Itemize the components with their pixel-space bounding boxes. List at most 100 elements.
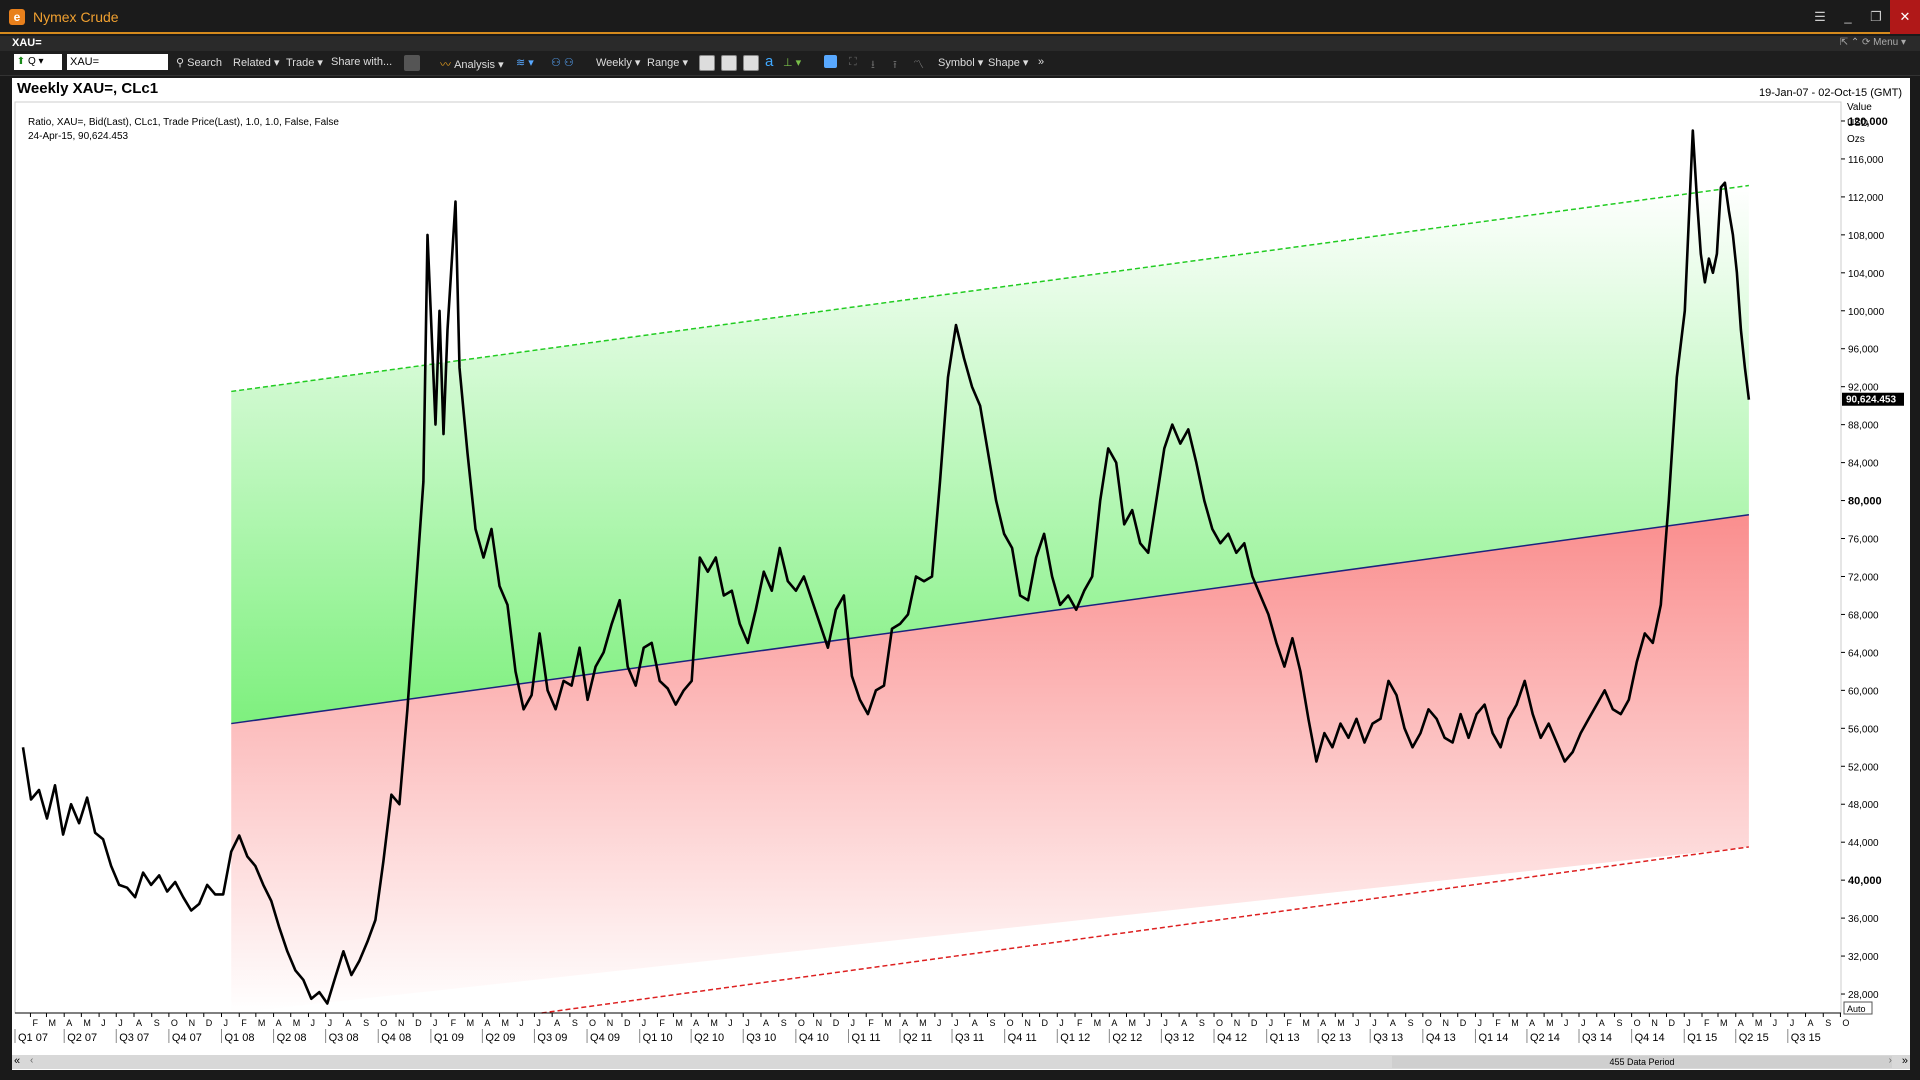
x-month-label: J bbox=[433, 1018, 438, 1028]
x-month-label: O bbox=[1425, 1018, 1432, 1028]
app-icon[interactable]: e bbox=[9, 9, 25, 25]
y-tick-label: 44,000 bbox=[1848, 838, 1879, 849]
scroll-right-icon[interactable]: » bbox=[1902, 1055, 1908, 1067]
x-month-label: N bbox=[1024, 1018, 1031, 1028]
x-month-label: M bbox=[1302, 1018, 1310, 1028]
x-quarter-label: Q2 12 bbox=[1112, 1032, 1142, 1044]
analysis-label: Analysis bbox=[454, 59, 496, 71]
search-button[interactable]: ⚲ Search bbox=[176, 56, 222, 69]
step-left-icon[interactable]: ‹ bbox=[30, 1055, 33, 1066]
hamburger-menu-icon[interactable]: ☰ bbox=[1806, 0, 1834, 34]
x-month-label: J bbox=[1163, 1018, 1168, 1028]
ric-input[interactable] bbox=[67, 54, 168, 70]
range-label: Range bbox=[647, 57, 680, 69]
x-quarter-label: Q1 09 bbox=[434, 1032, 464, 1044]
y-tick-label: 108,000 bbox=[1848, 231, 1885, 242]
x-month-label: D bbox=[624, 1018, 631, 1028]
scroll-left-icon[interactable]: « bbox=[14, 1055, 20, 1067]
data-period-label[interactable]: 455 Data Period bbox=[1392, 1056, 1892, 1068]
upload-icon[interactable]: ⭱ bbox=[893, 56, 897, 75]
x-axis: FMAMJJASONDJFMAMJJASONDJFMAMJJASONDJFMAM… bbox=[14, 1012, 1849, 1044]
unit-label-ozs: Ozs bbox=[1847, 134, 1865, 145]
folder-icon[interactable] bbox=[404, 55, 420, 71]
x-month-label: A bbox=[1390, 1018, 1396, 1028]
x-month-label: A bbox=[136, 1018, 142, 1028]
x-month-label: N bbox=[607, 1018, 614, 1028]
x-quarter-label: Q2 09 bbox=[485, 1032, 515, 1044]
x-month-label: J bbox=[519, 1018, 524, 1028]
y-tick-label: 104,000 bbox=[1848, 269, 1885, 280]
x-quarter-label: Q3 10 bbox=[746, 1032, 776, 1044]
x-month-label: S bbox=[1199, 1018, 1205, 1028]
layout-icon[interactable] bbox=[824, 55, 837, 68]
step-right-icon[interactable]: › bbox=[1889, 1055, 1892, 1066]
close-button[interactable]: ✕ bbox=[1890, 0, 1920, 34]
x-month-label: M bbox=[48, 1018, 56, 1028]
line-chart-icon[interactable] bbox=[699, 55, 715, 71]
symbol-menu[interactable]: Symbol ▾ bbox=[938, 56, 983, 69]
x-month-label: M bbox=[293, 1018, 301, 1028]
x-month-label: M bbox=[919, 1018, 927, 1028]
legend-line-1: Ratio, XAU=, Bid(Last), CLc1, Trade Pric… bbox=[28, 117, 339, 128]
x-month-label: D bbox=[1460, 1018, 1467, 1028]
related-menu[interactable]: Related ▾ bbox=[233, 56, 280, 69]
x-month-label: J bbox=[224, 1018, 229, 1028]
x-month-label: N bbox=[1651, 1018, 1658, 1028]
x-quarter-label: Q1 07 bbox=[18, 1032, 48, 1044]
menu-label: Menu bbox=[1873, 37, 1899, 48]
x-month-label: S bbox=[989, 1018, 995, 1028]
x-month-label: J bbox=[118, 1018, 123, 1028]
y-tick-label: 96,000 bbox=[1848, 345, 1879, 356]
more-icon[interactable]: » bbox=[1038, 56, 1044, 68]
x-month-label: M bbox=[675, 1018, 683, 1028]
minimize-button[interactable]: _ bbox=[1834, 0, 1862, 34]
x-month-label: D bbox=[1042, 1018, 1049, 1028]
y-tick-label: 32,000 bbox=[1848, 952, 1879, 963]
x-month-label: J bbox=[310, 1018, 315, 1028]
x-quarter-label: Q3 07 bbox=[119, 1032, 149, 1044]
x-month-label: J bbox=[1477, 1018, 1482, 1028]
shape-menu[interactable]: Shape ▾ bbox=[988, 56, 1028, 69]
compare-icon[interactable]: ⚇ ⚇ bbox=[551, 56, 574, 69]
symbol-label: Symbol bbox=[938, 57, 975, 69]
range-menu[interactable]: Range ▾ bbox=[647, 56, 688, 69]
annotation-icon[interactable]: a bbox=[765, 53, 773, 70]
share-menu[interactable]: Share with... bbox=[331, 56, 392, 68]
x-quarter-label: Q4 09 bbox=[590, 1032, 620, 1044]
scroll-bar[interactable]: « ‹ 455 Data Period › » bbox=[12, 1055, 1910, 1069]
y-tick-label: 64,000 bbox=[1848, 648, 1879, 659]
x-month-label: M bbox=[884, 1018, 892, 1028]
x-quarter-label: Q1 08 bbox=[225, 1032, 255, 1044]
shape-label: Shape bbox=[988, 57, 1020, 69]
x-month-label: J bbox=[1372, 1018, 1377, 1028]
bar-chart-icon[interactable] bbox=[743, 55, 759, 71]
x-month-label: A bbox=[66, 1018, 72, 1028]
x-quarter-label: Q2 08 bbox=[277, 1032, 307, 1044]
symbol-icon[interactable]: 〽 bbox=[913, 56, 924, 72]
chart-area[interactable]: 28,000 32,000 36,000 40,000 44,000 48,000 52,0… bbox=[12, 95, 1910, 1070]
x-month-label: J bbox=[1564, 1018, 1569, 1028]
x-quarter-label: Q2 15 bbox=[1739, 1032, 1769, 1044]
studies-icon[interactable]: ≋ ▾ bbox=[516, 56, 534, 69]
x-month-label: J bbox=[1146, 1018, 1151, 1028]
indicator-icon[interactable]: ⊥ ▾ bbox=[783, 56, 801, 69]
restore-button[interactable]: ❐ bbox=[1862, 0, 1890, 34]
download-icon[interactable]: ⭳ bbox=[871, 56, 875, 75]
x-month-label: D bbox=[833, 1018, 840, 1028]
ric-label: XAU= bbox=[12, 37, 42, 49]
menu-link[interactable]: ⇱ ⌃ ⟳ Menu ▾ bbox=[1840, 37, 1906, 48]
interval-menu[interactable]: Weekly ▾ bbox=[596, 56, 640, 69]
trade-menu[interactable]: Trade ▾ bbox=[286, 56, 323, 69]
analysis-menu[interactable]: 〰 Analysis ▾ bbox=[440, 56, 504, 72]
x-month-label: J bbox=[937, 1018, 942, 1028]
x-month-label: S bbox=[1825, 1018, 1831, 1028]
area-chart-icon[interactable] bbox=[721, 55, 737, 71]
mode-selector[interactable]: ⬆ Q ▾ bbox=[14, 54, 62, 70]
fullscreen-icon[interactable]: ⛶ bbox=[849, 56, 857, 69]
y-tick-label: 36,000 bbox=[1848, 914, 1879, 925]
y-tick-label: 28,000 bbox=[1848, 990, 1879, 1001]
x-month-label: J bbox=[1790, 1018, 1795, 1028]
x-month-label: M bbox=[1511, 1018, 1519, 1028]
x-month-label: M bbox=[502, 1018, 510, 1028]
mode-label: Q bbox=[27, 56, 36, 67]
